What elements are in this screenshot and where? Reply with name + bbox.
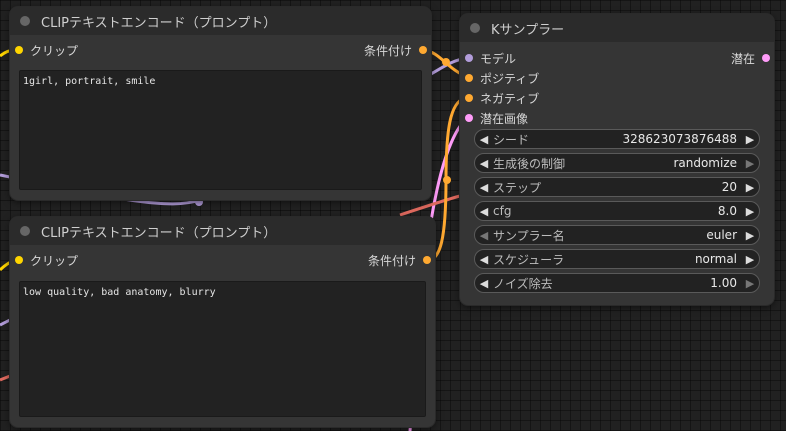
input-port-latent-image[interactable]: 潜在画像 bbox=[465, 110, 528, 126]
increment-arrow-icon[interactable]: ▶ bbox=[741, 205, 759, 218]
latent-port-dot-icon[interactable] bbox=[762, 54, 770, 62]
node-title: Kサンプラー bbox=[491, 22, 565, 38]
input-label: クリップ bbox=[30, 253, 79, 268]
node-title: CLIPテキストエンコード（プロンプト） bbox=[41, 225, 277, 241]
output-label: 条件付け bbox=[367, 253, 416, 268]
increment-arrow-icon[interactable]: ▶ bbox=[741, 253, 759, 266]
output-port-latent[interactable]: 潜在 bbox=[731, 50, 770, 66]
input-label: モデル bbox=[480, 51, 517, 66]
input-port-positive[interactable]: ポジティブ bbox=[465, 70, 539, 86]
sampler-name-widget[interactable]: ◀ サンプラー名 euler ▶ bbox=[474, 225, 760, 245]
prompt-textarea[interactable]: 1girl, portrait, smile bbox=[19, 70, 422, 190]
conditioning-port-dot-icon[interactable] bbox=[419, 46, 427, 54]
output-port-conditioning[interactable]: 条件付け bbox=[364, 42, 427, 58]
widget-label: ノイズ除去 bbox=[493, 276, 553, 291]
widget-label: シード bbox=[493, 132, 530, 147]
input-port-negative[interactable]: ネガティブ bbox=[465, 90, 539, 106]
widget-value: 328623073876488 bbox=[622, 132, 737, 146]
node-title-bar[interactable]: Kサンプラー bbox=[460, 14, 774, 42]
collapse-dot-icon[interactable] bbox=[470, 23, 480, 33]
widget-value: normal bbox=[694, 252, 737, 266]
decrement-arrow-icon[interactable]: ◀ bbox=[475, 181, 493, 194]
widget-label: cfg bbox=[493, 204, 512, 218]
conditioning-port-dot-icon[interactable] bbox=[423, 256, 431, 264]
prompt-textarea[interactable]: low quality, bad anatomy, blurry bbox=[19, 281, 426, 417]
increment-arrow-icon[interactable]: ▶ bbox=[741, 229, 759, 242]
decrement-arrow-icon[interactable]: ◀ bbox=[475, 253, 493, 266]
input-label: ポジティブ bbox=[480, 71, 540, 86]
node-title-bar[interactable]: CLIPテキストエンコード（プロンプト） bbox=[10, 7, 431, 35]
reroute-dot bbox=[443, 176, 451, 184]
increment-arrow-icon[interactable]: ▶ bbox=[741, 157, 759, 170]
decrement-arrow-icon[interactable]: ◀ bbox=[475, 133, 493, 146]
increment-arrow-icon[interactable]: ▶ bbox=[741, 277, 759, 290]
reroute-dot bbox=[442, 58, 450, 66]
collapse-dot-icon[interactable] bbox=[20, 226, 30, 236]
ksampler-node[interactable]: Kサンプラー モデル ポジティブ ネガティブ 潜在画像 潜在 ◀ シード 328… bbox=[460, 14, 774, 305]
increment-arrow-icon[interactable]: ▶ bbox=[741, 133, 759, 146]
decrement-arrow-icon[interactable]: ◀ bbox=[475, 277, 493, 290]
clip-text-encode-node-negative[interactable]: CLIPテキストエンコード（プロンプト） クリップ 条件付け low quali… bbox=[10, 217, 435, 427]
widget-value: 8.0 bbox=[717, 204, 737, 218]
widget-label: 生成後の制御 bbox=[493, 156, 566, 171]
widget-value: 20 bbox=[721, 180, 737, 194]
input-label: ネガティブ bbox=[480, 91, 540, 106]
input-port-clip[interactable]: クリップ bbox=[15, 252, 78, 268]
output-label: 潜在 bbox=[730, 51, 755, 66]
widget-label: サンプラー名 bbox=[493, 228, 565, 243]
increment-arrow-icon[interactable]: ▶ bbox=[741, 181, 759, 194]
model-port-dot-icon[interactable] bbox=[465, 54, 473, 62]
widget-label: スケジューラ bbox=[493, 252, 565, 267]
latent-port-dot-icon[interactable] bbox=[465, 114, 473, 122]
widget-value: 1.00 bbox=[710, 276, 737, 290]
conditioning-port-dot-icon[interactable] bbox=[465, 94, 473, 102]
control-after-generate-widget[interactable]: ◀ 生成後の制御 randomize ▶ bbox=[474, 153, 760, 173]
widget-value: randomize bbox=[673, 156, 737, 170]
node-title: CLIPテキストエンコード（プロンプト） bbox=[41, 15, 277, 31]
steps-widget[interactable]: ◀ ステップ 20 ▶ bbox=[474, 177, 760, 197]
collapse-dot-icon[interactable] bbox=[20, 16, 30, 26]
input-label: 潜在画像 bbox=[480, 111, 529, 126]
conditioning-port-dot-icon[interactable] bbox=[465, 74, 473, 82]
decrement-arrow-icon[interactable]: ◀ bbox=[475, 229, 493, 242]
node-title-bar[interactable]: CLIPテキストエンコード（プロンプト） bbox=[10, 217, 435, 245]
seed-widget[interactable]: ◀ シード 328623073876488 ▶ bbox=[474, 129, 760, 149]
decrement-arrow-icon[interactable]: ◀ bbox=[475, 157, 493, 170]
output-port-conditioning[interactable]: 条件付け bbox=[368, 252, 431, 268]
clip-text-encode-node-positive[interactable]: CLIPテキストエンコード（プロンプト） クリップ 条件付け 1girl, po… bbox=[10, 7, 431, 200]
output-label: 条件付け bbox=[363, 43, 412, 58]
decrement-arrow-icon[interactable]: ◀ bbox=[475, 205, 493, 218]
input-label: クリップ bbox=[30, 43, 79, 58]
widget-label: ステップ bbox=[493, 180, 542, 195]
input-port-model[interactable]: モデル bbox=[465, 50, 516, 66]
clip-port-dot-icon[interactable] bbox=[15, 46, 23, 54]
scheduler-widget[interactable]: ◀ スケジューラ normal ▶ bbox=[474, 249, 760, 269]
clip-port-dot-icon[interactable] bbox=[15, 256, 23, 264]
input-port-clip[interactable]: クリップ bbox=[15, 42, 78, 58]
widget-value: euler bbox=[706, 228, 737, 242]
cfg-widget[interactable]: ◀ cfg 8.0 ▶ bbox=[474, 201, 760, 221]
denoise-widget[interactable]: ◀ ノイズ除去 1.00 ▶ bbox=[474, 273, 760, 293]
